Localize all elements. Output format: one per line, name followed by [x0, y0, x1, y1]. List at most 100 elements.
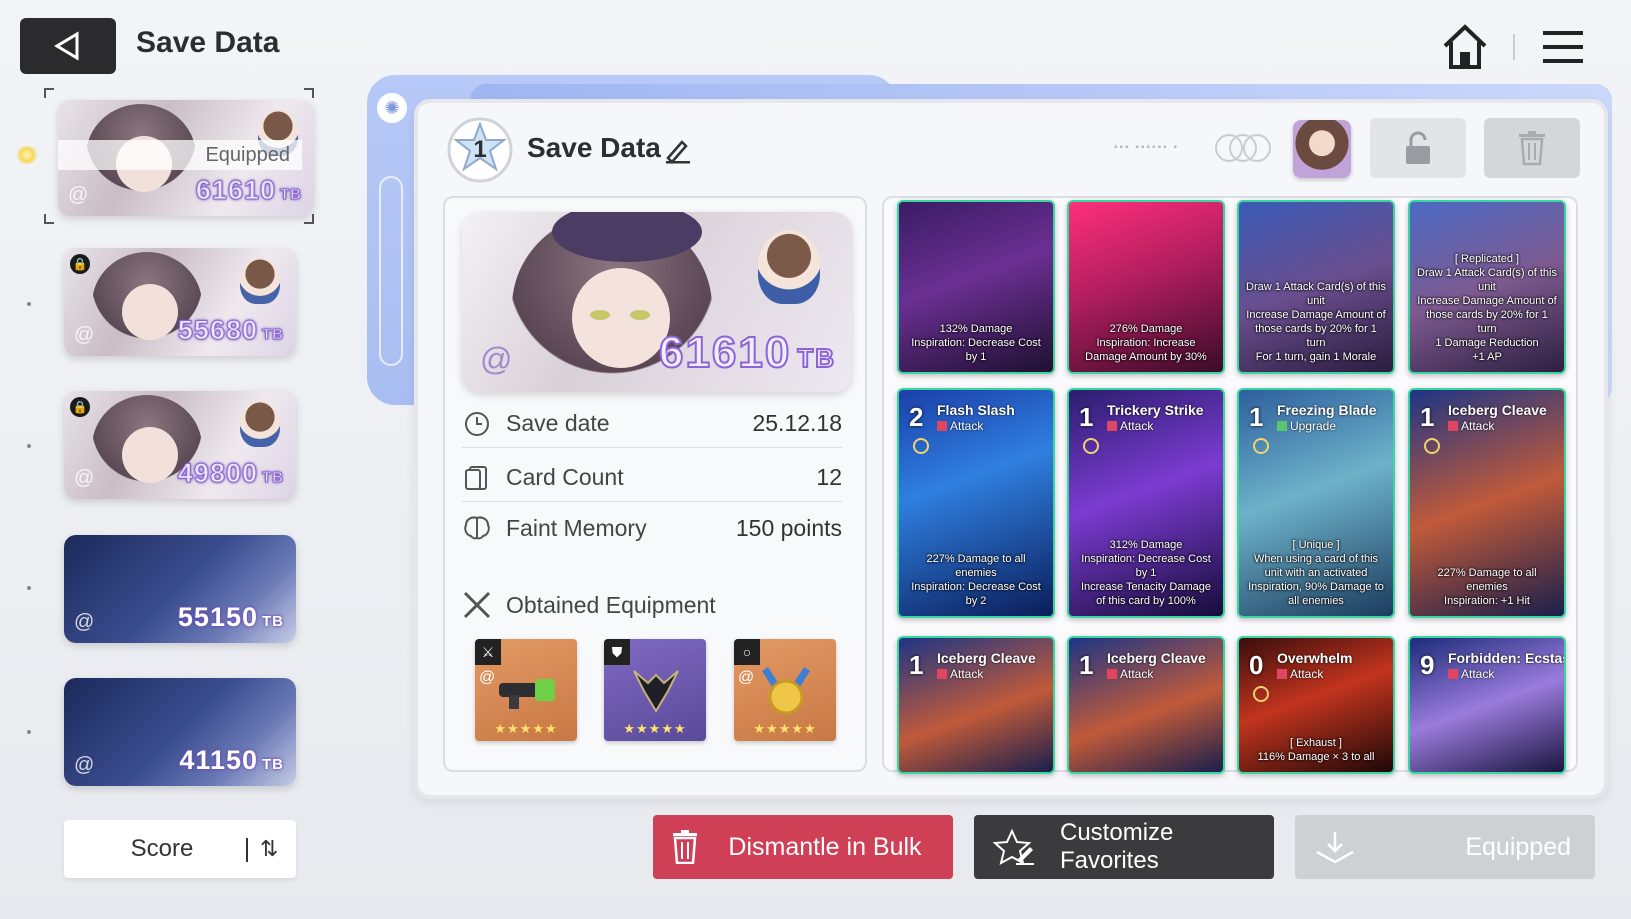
- inspiration-icon: [1083, 438, 1099, 454]
- level-badge: 1: [446, 116, 514, 184]
- card-name: Forbidden: Ecstasy of Violence: [1448, 650, 1564, 666]
- crossed-swords-icon: [462, 590, 492, 620]
- dismantle-in-bulk-button[interactable]: Dismantle in Bulk: [653, 815, 953, 879]
- card-description: [ Exhaust ] 116% Damage × 3 to all: [1257, 737, 1375, 763]
- inspiration-icon: [1253, 686, 1269, 702]
- panel-strip: [379, 176, 403, 366]
- equipment-accessory[interactable]: ○ @ ★★★★★: [734, 639, 836, 741]
- card-type: Attack: [1448, 419, 1494, 433]
- lock-icon: 🔒: [70, 397, 90, 417]
- header-divider: [1513, 34, 1515, 60]
- save-slot-4[interactable]: @ 55150 TB: [64, 535, 296, 643]
- slot-score: 49800 TB: [177, 458, 284, 489]
- star-edit-icon: [974, 829, 1054, 865]
- pencil-icon[interactable]: [664, 136, 692, 164]
- rail-dot: [27, 302, 31, 306]
- skill-card[interactable]: 9 Forbidden: Ecstasy of ViolenceAttack: [1408, 636, 1566, 774]
- skill-card[interactable]: 132% Damage Inspiration: Decrease Cost b…: [897, 200, 1055, 374]
- skill-card[interactable]: 276% Damage Inspiration: Increase Damage…: [1067, 200, 1225, 374]
- skill-card[interactable]: 1 Iceberg Cleave Attack: [1067, 636, 1225, 774]
- card-name: Iceberg Cleave: [937, 650, 1036, 666]
- sort-order-icon[interactable]: ⇅: [260, 836, 278, 862]
- skill-card[interactable]: 1 Iceberg Cleave Attack: [897, 636, 1055, 774]
- skill-card[interactable]: [ Replicated ] Draw 1 Attack Card(s) of …: [1408, 200, 1566, 374]
- rings-icon: [1215, 134, 1271, 162]
- trash-icon: [653, 830, 717, 864]
- inspiration-icon: [913, 438, 929, 454]
- chibi-avatar: [240, 401, 280, 447]
- character-avatar[interactable]: [1293, 120, 1351, 178]
- sort-dropdown[interactable]: Score ⇅: [64, 820, 296, 878]
- swirl-icon: @: [480, 341, 513, 377]
- download-tray-icon: [1295, 830, 1375, 864]
- rail-dot: [27, 444, 31, 448]
- skill-card[interactable]: 1 Freezing Blade Upgrade [ Unique ] When us…: [1237, 388, 1395, 618]
- swirl-icon: @: [74, 467, 95, 489]
- card-cost: 0: [1249, 650, 1264, 680]
- selection-glow: [14, 146, 40, 164]
- equipped-button[interactable]: Equipped: [1295, 815, 1595, 879]
- blaster-icon: [499, 679, 555, 709]
- hero-score: 61610 TB: [658, 327, 836, 378]
- brain-icon: ✺: [377, 93, 407, 123]
- card-description: 132% Damage Inspiration: Decrease Cost b…: [911, 323, 1041, 363]
- medal-icon: [762, 667, 810, 715]
- triangle-left-icon: [54, 31, 79, 61]
- lock-icon: 🔒: [70, 254, 90, 274]
- skill-card[interactable]: 0 Overwhelm Attack [ Exhaust ] 116% Damage …: [1237, 636, 1395, 774]
- customize-favorites-button[interactable]: Customize Favorites: [974, 815, 1274, 879]
- skill-card[interactable]: 1 Trickery Strike Attack 312% Damage Inspir…: [1067, 388, 1225, 618]
- house-icon: [1443, 24, 1487, 69]
- unlock-button[interactable]: [1370, 118, 1466, 178]
- save-slot-3[interactable]: 🔒 @ 49800 TB: [64, 391, 296, 499]
- save-name: Save Data: [527, 132, 661, 163]
- card-type: Attack: [1107, 667, 1153, 681]
- swirl-icon: @: [738, 669, 755, 686]
- card-cost: 1: [1079, 402, 1094, 432]
- page-title: Save Data: [136, 26, 280, 59]
- card-description: 312% Damage Inspiration: Decrease Cost b…: [1080, 539, 1212, 607]
- card-description: Draw 1 Attack Card(s) of this unit Incre…: [1246, 281, 1386, 363]
- menu-button[interactable]: [1540, 24, 1586, 70]
- card-name: Trickery Strike: [1107, 402, 1204, 418]
- slot-score: 55680 TB: [177, 315, 284, 346]
- delete-button[interactable]: [1484, 118, 1580, 178]
- card-cost: 1: [1249, 402, 1264, 432]
- home-button[interactable]: [1440, 22, 1490, 72]
- save-slot-5[interactable]: @ 41150 TB: [64, 678, 296, 786]
- inspiration-icon: [1424, 438, 1440, 454]
- stat-card-count: Card Count 12: [462, 454, 842, 502]
- padlock-open-icon: [1406, 131, 1430, 164]
- card-description: [ Replicated ] Draw 1 Attack Card(s) of …: [1417, 253, 1557, 363]
- card-name: Flash Slash: [937, 402, 1015, 418]
- swirl-icon: @: [74, 754, 95, 776]
- faint-code: ▪▪▪ ▪▪▪▪▪▪ ▪: [1114, 142, 1180, 153]
- skill-card[interactable]: Draw 1 Attack Card(s) of this unit Incre…: [1237, 200, 1395, 374]
- hamburger-icon: [1543, 31, 1583, 63]
- clock-icon: [462, 409, 492, 439]
- card-name: Freezing Blade: [1277, 402, 1377, 418]
- equipment-armor[interactable]: ⛊ ★★★★★: [604, 639, 706, 741]
- card-icon: [462, 463, 492, 493]
- rail-dot: [27, 730, 31, 734]
- sort-divider: [246, 838, 248, 862]
- slot-score: 61610 TB: [195, 175, 302, 206]
- card-name: Iceberg Cleave: [1107, 650, 1206, 666]
- equipped-tag: Equipped: [58, 140, 302, 170]
- skill-card[interactable]: 1 Iceberg Cleave Attack 227% Damage to all …: [1408, 388, 1566, 618]
- helmet-icon: [633, 670, 679, 713]
- equipment-weapon[interactable]: ⚔ @ ★★★★★: [475, 639, 577, 741]
- trash-icon: [1519, 131, 1545, 166]
- slot-score: 41150 TB: [179, 745, 284, 775]
- skill-card[interactable]: 2 Flash Slash Attack 227% Damage to all ene…: [897, 388, 1055, 618]
- save-slot-1[interactable]: Equipped @ 61610 TB: [58, 100, 314, 216]
- stat-save-date: Save date 25.12.18: [462, 400, 842, 448]
- card-name: Iceberg Cleave: [1448, 402, 1547, 418]
- stat-faint-memory: Faint Memory 150 points: [462, 504, 842, 552]
- card-description: [ Unique ] When using a card of this uni…: [1248, 539, 1384, 607]
- card-cost: 2: [909, 402, 924, 432]
- card-type: Upgrade: [1277, 419, 1336, 433]
- back-button[interactable]: [20, 18, 116, 74]
- save-slot-2[interactable]: 🔒 @ 55680 TB: [64, 248, 296, 356]
- card-cost: 1: [1079, 650, 1094, 680]
